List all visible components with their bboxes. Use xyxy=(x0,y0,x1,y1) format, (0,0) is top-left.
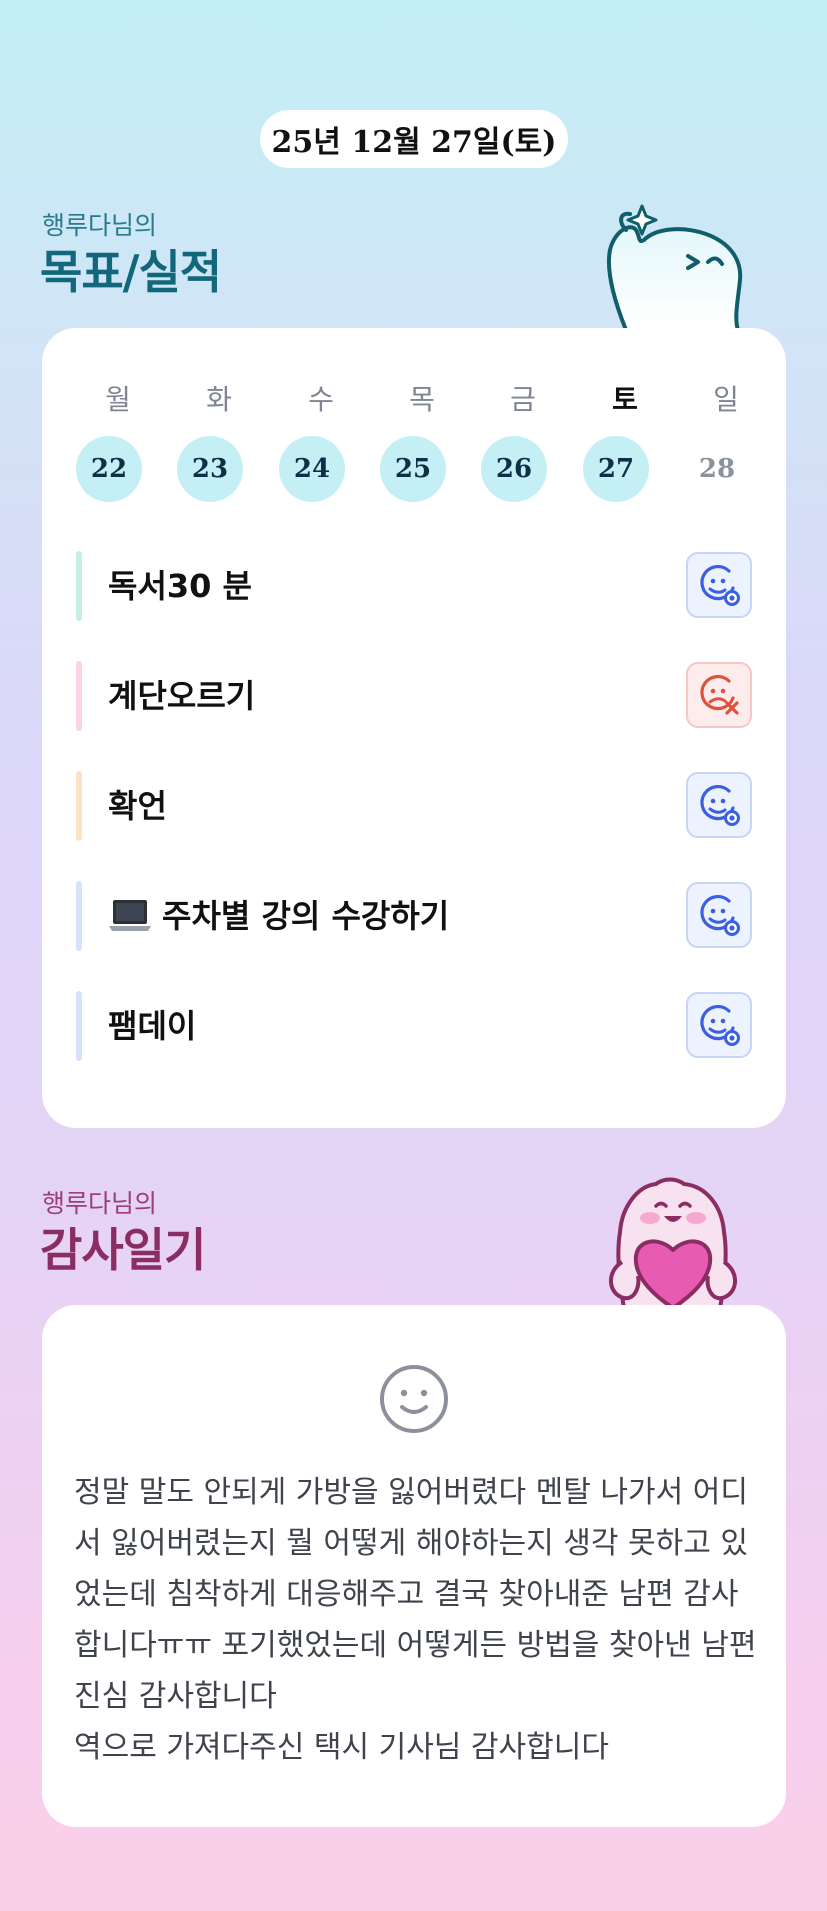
date-row: 22 23 24 25 26 27 28 xyxy=(42,436,786,506)
happy-face-check-icon xyxy=(700,784,740,826)
happy-face-check-icon xyxy=(700,894,740,936)
date-circle-28[interactable]: 28 xyxy=(684,436,750,502)
weekday-tue: 화 xyxy=(206,383,232,416)
task-row[interactable]: 팸데이 xyxy=(76,991,752,1061)
date-circle-26[interactable]: 26 xyxy=(481,436,547,502)
date-circle-23[interactable]: 23 xyxy=(177,436,243,502)
weekday-wed: 수 xyxy=(308,383,334,416)
happy-face-check-icon xyxy=(700,1004,740,1046)
date-circle-27[interactable]: 27 xyxy=(583,436,649,502)
task-status-button[interactable] xyxy=(686,882,752,948)
date-circle-22[interactable]: 22 xyxy=(76,436,142,502)
task-color-bar xyxy=(76,661,82,731)
weekday-sat-today: 토 xyxy=(612,383,638,416)
date-circle-24[interactable]: 24 xyxy=(279,436,345,502)
task-label: 확언 xyxy=(108,787,167,825)
goals-section-title: 목표/실적 xyxy=(40,245,222,299)
weekday-thu: 목 xyxy=(409,383,435,416)
task-color-bar xyxy=(76,991,82,1061)
task-status-button[interactable] xyxy=(686,552,752,618)
task-row[interactable]: 확언 xyxy=(76,771,752,841)
smile-face-icon xyxy=(380,1365,448,1433)
task-row[interactable]: 계단오르기 xyxy=(76,661,752,731)
task-label: 계단오르기 xyxy=(108,677,256,715)
task-color-bar xyxy=(76,551,82,621)
date-pill[interactable]: 25년 12월 27일(토) xyxy=(260,110,568,168)
heart-mascot-illustration xyxy=(609,1177,737,1308)
date-circle-25[interactable]: 25 xyxy=(380,436,446,502)
gratitude-section-title: 감사일기 xyxy=(40,1223,206,1277)
sad-face-x-icon xyxy=(700,674,739,715)
task-color-bar xyxy=(76,881,82,951)
gratitude-card: 정말 말도 안되게 가방을 잃어버렸다 멘탈 나가서 어디서 잃어버렸는지 뭘 … xyxy=(42,1305,786,1827)
task-color-bar xyxy=(76,771,82,841)
task-label-wrapper: 주차별 강의 수강하기 xyxy=(108,881,449,951)
task-status-button[interactable] xyxy=(686,662,752,728)
goals-card: 월 화 수 목 금 토 일 22 23 24 25 26 27 28 독서30 … xyxy=(42,328,786,1128)
task-status-button[interactable] xyxy=(686,772,752,838)
current-date: 25년 12월 27일(토) xyxy=(271,125,557,160)
task-status-button[interactable] xyxy=(686,992,752,1058)
task-row[interactable]: 주차별 강의 수강하기 xyxy=(76,881,752,951)
weekday-fri: 금 xyxy=(510,383,536,416)
weekday-mon: 월 xyxy=(105,383,131,416)
task-label: 팸데이 xyxy=(108,1007,197,1045)
weekday-sun: 일 xyxy=(713,383,739,416)
happy-face-check-icon xyxy=(700,564,740,606)
task-label: 독서30 분 xyxy=(108,567,252,605)
gratitude-diary-text: 정말 말도 안되게 가방을 잃어버렸다 멘탈 나가서 어디서 잃어버렸는지 뭘 … xyxy=(74,1475,757,1765)
task-label: 주차별 강의 수강하기 xyxy=(162,897,450,935)
waving-mascot-illustration xyxy=(606,204,743,330)
laptop-icon xyxy=(109,900,151,931)
task-row[interactable]: 독서30 분 xyxy=(76,551,752,621)
